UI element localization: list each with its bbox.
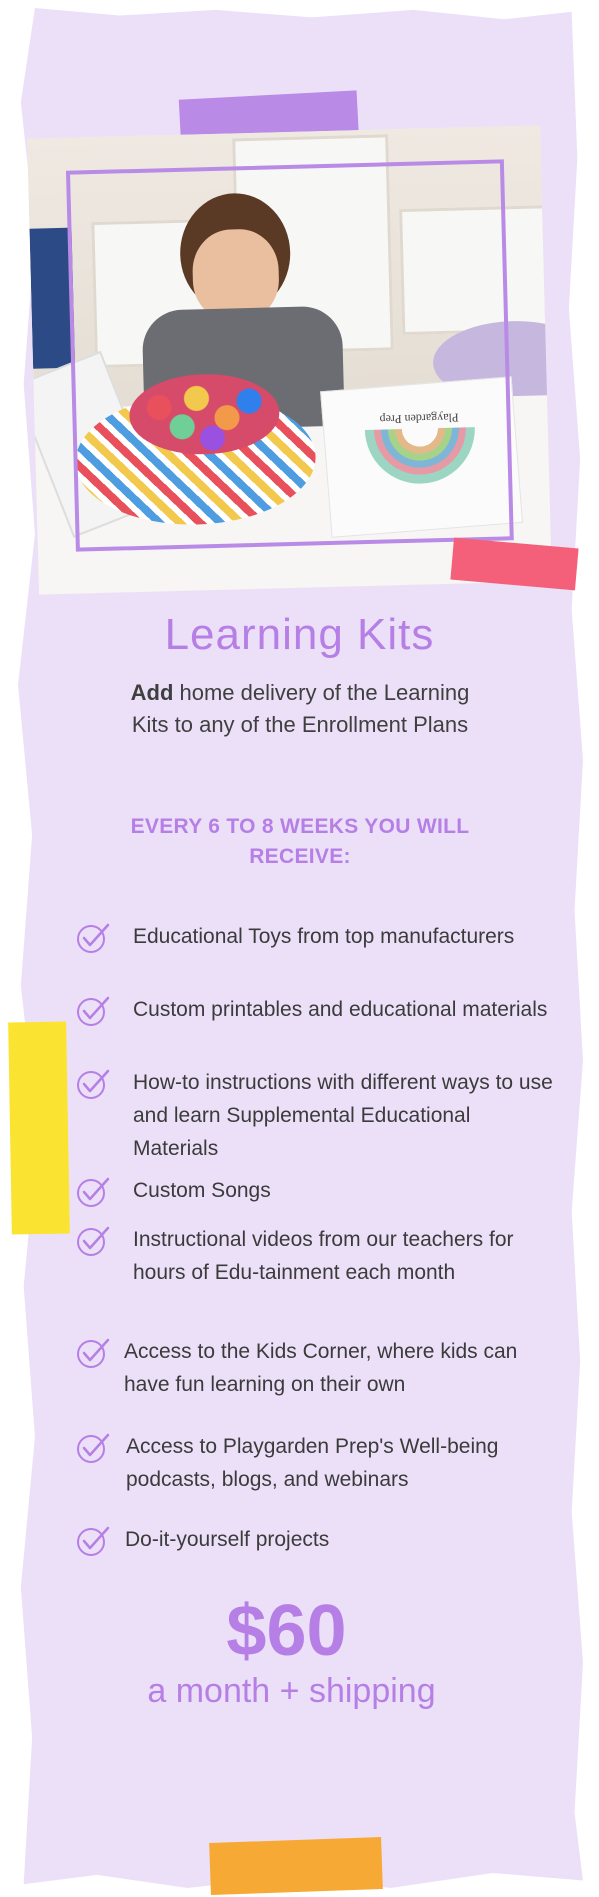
check-circle-icon	[77, 1338, 110, 1368]
check-circle-icon	[77, 996, 110, 1026]
list-item-text: Access to the Kids Corner, where kids ca…	[124, 1340, 518, 1396]
list-item-text: Custom Songs	[133, 1179, 271, 1202]
photo-frame	[65, 159, 514, 552]
frequency-label: EVERY 6 TO 8 WEEKS YOU WILL RECEIVE:	[130, 815, 470, 868]
list-item-text: Access to Playgarden Prep's Well-being p…	[126, 1435, 499, 1491]
list-item-text: Instructional videos from our teachers f…	[133, 1228, 514, 1284]
check-circle-icon	[77, 1433, 110, 1463]
check-circle-icon	[77, 1069, 110, 1099]
check-circle-icon	[77, 1177, 110, 1207]
check-circle-icon	[77, 923, 110, 953]
tape-yellow-decoration	[8, 1021, 70, 1235]
list-item-text: Educational Toys from top manufacturers	[133, 925, 515, 948]
price-amount: $60	[226, 1591, 347, 1671]
hero-photo: Playgarden Prep	[27, 125, 552, 595]
list-item-text: Do-it-yourself projects	[125, 1528, 330, 1551]
subtitle-rest: home delivery of the Learning Kits to an…	[131, 680, 470, 737]
page-title: Learning Kits	[164, 610, 435, 659]
tape-orange-decoration	[209, 1837, 383, 1895]
list-item-text: Custom printables and educational materi…	[133, 998, 548, 1021]
subtitle: Add home delivery of the Learning Kits t…	[110, 677, 490, 741]
check-circle-icon	[77, 1226, 110, 1256]
list-item-text: How-to instructions with different ways …	[133, 1071, 553, 1160]
check-circle-icon	[77, 1526, 110, 1556]
subtitle-bold: Add	[130, 680, 174, 705]
price-period: a month + shipping	[147, 1672, 436, 1710]
